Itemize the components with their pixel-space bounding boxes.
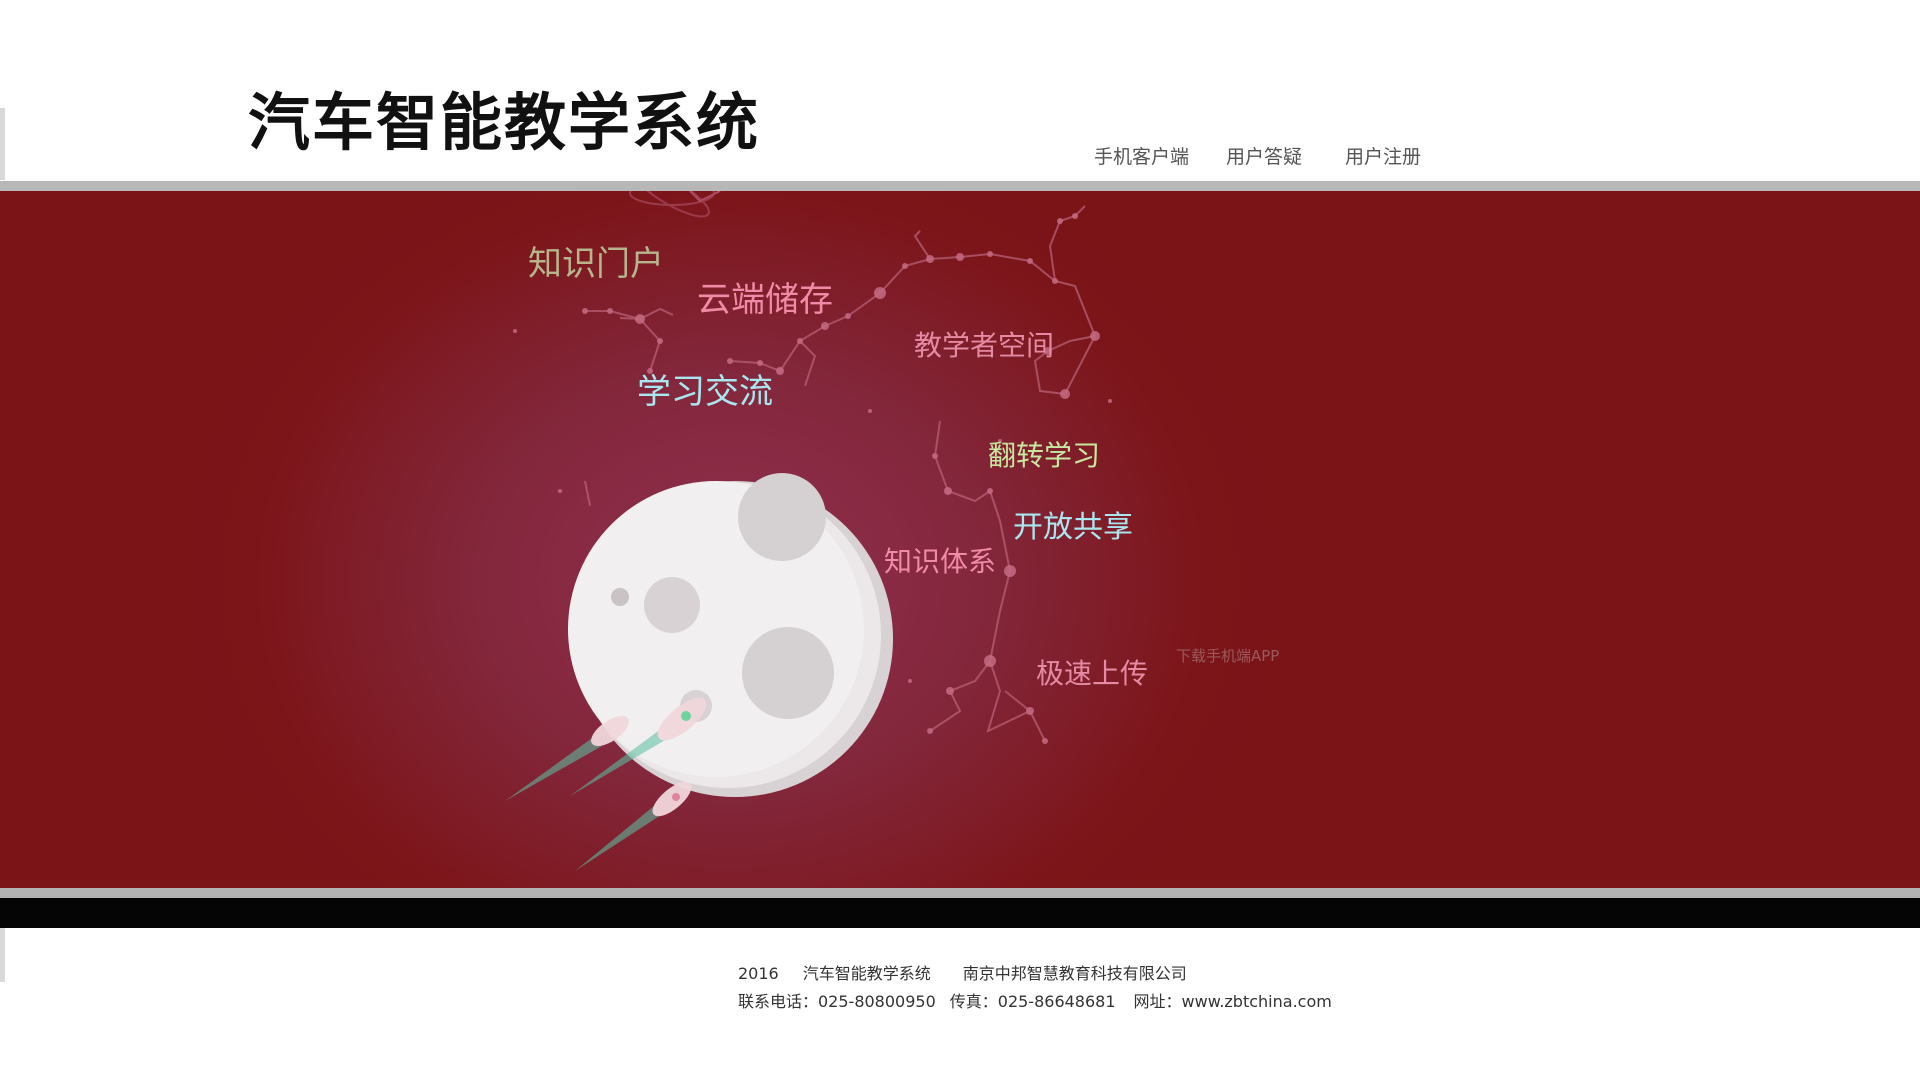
header-edge-mark	[0, 108, 5, 180]
footer-website[interactable]: 网址：www.zbtchina.com	[1134, 992, 1332, 1011]
download-app-link[interactable]: 下载手机端APP	[1176, 645, 1279, 666]
banner-bottom-black-bar	[0, 898, 1920, 928]
hero-banner: 知识门户 云端储存 教学者空间 学习交流 翻转学习 开放共享 知识体系 极速上传	[0, 191, 1920, 888]
label-fast-upload: 极速上传	[1036, 657, 1148, 690]
page: 汽车智能教学系统 手机客户端 用户答疑 用户注册 知识门户 云端储存 教学者空间…	[0, 0, 1920, 1080]
banner-illustration: 知识门户 云端储存 教学者空间 学习交流 翻转学习 开放共享 知识体系 极速上传	[505, 191, 1148, 871]
footer-system-name: 汽车智能教学系统	[802, 964, 931, 983]
label-cloud-storage: 云端储存	[697, 280, 833, 320]
footer-line-1: 2016 汽车智能教学系统 南京中邦智慧教育科技有限公司	[738, 960, 1187, 984]
header: 汽车智能教学系统 手机客户端 用户答疑 用户注册	[0, 0, 1920, 181]
nav-mobile-client[interactable]: 手机客户端	[1094, 142, 1189, 169]
banner-bottom-bar	[0, 888, 1920, 898]
footer-phone: 联系电话：025-80800950	[738, 992, 936, 1011]
header-divider-bar	[0, 181, 1920, 191]
atom-icon	[629, 191, 715, 218]
site-title: 汽车智能教学系统	[248, 86, 761, 159]
nav-user-register[interactable]: 用户注册	[1345, 142, 1421, 169]
label-learning-exchange: 学习交流	[637, 372, 773, 412]
footer-line-2: 联系电话：025-80800950 传真：025-86648681 网址：www.z…	[738, 988, 1332, 1012]
label-knowledge-system: 知识体系	[884, 545, 996, 578]
label-flipped-learning: 翻转学习	[988, 439, 1100, 472]
label-teacher-space: 教学者空间	[914, 329, 1054, 362]
nav-user-qa[interactable]: 用户答疑	[1226, 142, 1302, 169]
top-nav: 手机客户端 用户答疑 用户注册	[1094, 142, 1421, 169]
label-open-sharing: 开放共享	[1013, 510, 1133, 545]
footer-edge-mark	[0, 928, 5, 982]
footer-year: 2016	[738, 964, 779, 983]
moon-illustration	[568, 473, 893, 797]
footer-company: 南京中邦智慧教育科技有限公司	[962, 964, 1187, 983]
footer-fax: 传真：025-86648681	[949, 992, 1116, 1011]
label-knowledge-portal: 知识门户	[528, 244, 664, 284]
